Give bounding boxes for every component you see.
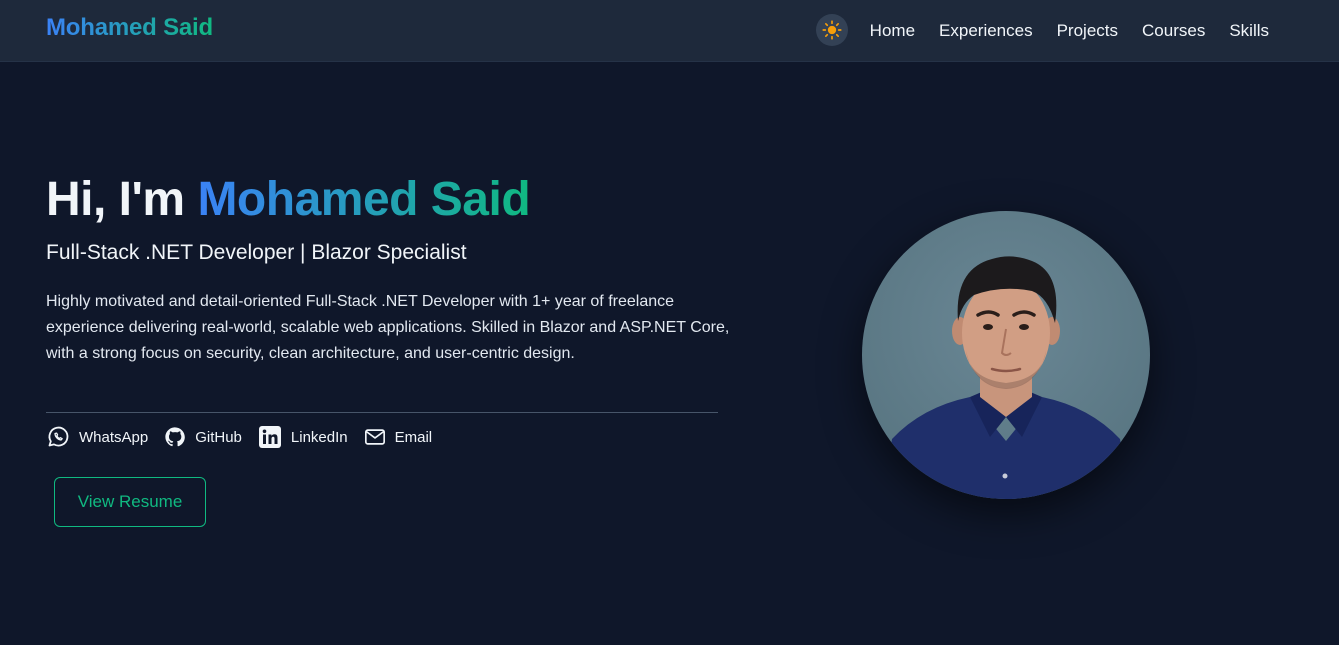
nav-link-courses[interactable]: Courses <box>1142 21 1205 41</box>
hero-name: Mohamed Said <box>197 173 531 226</box>
social-label-linkedin: LinkedIn <box>290 428 348 446</box>
brand-logo[interactable]: Mohamed Said <box>46 14 213 42</box>
social-label-github: GitHub <box>195 428 242 446</box>
profile-photo <box>862 211 1150 499</box>
social-link-whatsapp[interactable]: WhatsApp <box>46 425 148 449</box>
social-links: WhatsApp GitHub LinkedIn Email <box>46 424 432 450</box>
theme-toggle-button[interactable] <box>816 14 848 46</box>
social-link-email[interactable]: Email <box>364 426 433 448</box>
nav-link-projects[interactable]: Projects <box>1057 21 1118 41</box>
social-label-whatsapp: WhatsApp <box>79 428 149 446</box>
whatsapp-icon <box>48 426 69 447</box>
social-label-email: Email <box>394 428 433 446</box>
hero-title: Hi, I'm Mohamed Said <box>46 172 531 227</box>
nav-link-home[interactable]: Home <box>870 21 915 41</box>
sun-icon <box>822 20 842 40</box>
github-icon <box>165 427 186 447</box>
navbar: Mohamed Said Home Experiences Projects C… <box>0 0 1339 62</box>
divider <box>46 412 718 413</box>
view-resume-button[interactable]: View Resume <box>54 477 206 527</box>
nav-links: Home Experiences Projects Courses Skills <box>870 0 1269 62</box>
social-link-linkedin[interactable]: LinkedIn <box>258 425 348 449</box>
nav-link-skills[interactable]: Skills <box>1229 21 1269 41</box>
hero-subtitle: Full-Stack .NET Developer | Blazor Speci… <box>46 241 467 264</box>
hero-greeting: Hi, I'm <box>46 173 198 226</box>
linkedin-icon <box>258 426 281 448</box>
social-link-github[interactable]: GitHub <box>164 426 242 448</box>
hero-bio: Highly motivated and detail-oriented Ful… <box>46 293 730 362</box>
nav-link-experiences[interactable]: Experiences <box>939 21 1033 41</box>
profile-portrait <box>862 211 1150 499</box>
email-icon <box>364 429 385 445</box>
